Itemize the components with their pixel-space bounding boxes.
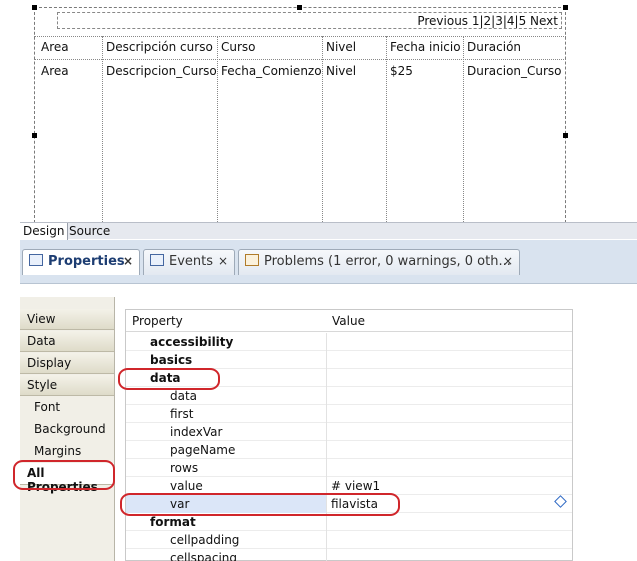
column-header-fecha-inicio[interactable]: Fecha inicio [390, 40, 461, 54]
tab-problems-label: Problems (1 error, 0 warnings, 0 oth... [264, 254, 511, 269]
property-name: cellpadding [170, 533, 240, 547]
property-value[interactable] [326, 423, 572, 441]
column-header-value[interactable]: Value [332, 314, 365, 328]
property-value[interactable] [326, 459, 572, 477]
properties-icon [29, 254, 43, 266]
property-name: pageName [170, 443, 236, 457]
column-divider [102, 36, 103, 222]
property-value[interactable] [326, 387, 572, 405]
annotation-oval-all-properties [13, 460, 115, 490]
resize-handle-top-middle[interactable] [297, 5, 302, 10]
property-row-cellspacing[interactable]: cellspacing [126, 549, 572, 561]
column-header-nivel[interactable]: Nivel [326, 40, 356, 54]
property-row-indexvar[interactable]: indexVar [126, 423, 572, 441]
annotation-oval-data [118, 368, 220, 390]
tab-events[interactable]: Events × [143, 249, 235, 275]
resize-handle-top-left[interactable] [32, 5, 37, 10]
paginator-text[interactable]: Previous 1|2|3|4|5 Next [417, 14, 558, 28]
cell-area[interactable]: Area [41, 64, 69, 78]
design-canvas[interactable]: Previous 1|2|3|4|5 Next Area Descripción… [0, 0, 637, 223]
property-value[interactable] [326, 531, 572, 549]
category-data[interactable]: Data [20, 331, 114, 352]
close-icon[interactable]: × [503, 254, 513, 268]
cell-descripcion-curso[interactable]: Descripcion_Curso [106, 64, 217, 78]
property-name: rows [170, 461, 199, 475]
property-table: Property Value accessibility basics data… [125, 309, 573, 561]
resize-handle-top-right[interactable] [563, 5, 568, 10]
events-icon [150, 254, 164, 266]
tab-source[interactable]: Source [66, 223, 113, 240]
cell-nivel[interactable]: Nivel [326, 64, 356, 78]
column-divider [463, 36, 464, 222]
property-value[interactable] [326, 405, 572, 423]
resize-handle-middle-right[interactable] [563, 133, 568, 138]
property-group-accessibility[interactable]: accessibility [126, 333, 572, 351]
paginator-box[interactable]: Previous 1|2|3|4|5 Next [57, 12, 562, 29]
property-name: accessibility [150, 335, 234, 349]
property-table-area: Property Value accessibility basics data… [115, 297, 637, 561]
editor-tab-bar: Design Source [20, 222, 637, 240]
property-name: cellspacing [170, 551, 238, 561]
property-name: basics [150, 353, 193, 367]
tab-events-label: Events [169, 254, 214, 269]
views-tab-bar: Properties × Events × Problems (1 error,… [20, 240, 637, 284]
views-tab-strip: Properties × Events × Problems (1 error,… [20, 246, 637, 275]
column-divider [322, 36, 323, 222]
category-background[interactable]: Background [20, 419, 114, 440]
property-row-first[interactable]: first [126, 405, 572, 423]
property-name: first [170, 407, 194, 421]
category-display[interactable]: Display [20, 353, 114, 374]
property-name: indexVar [170, 425, 223, 439]
property-row-cellpadding[interactable]: cellpadding [126, 531, 572, 549]
property-value[interactable] [326, 351, 572, 369]
category-list: View Data Display Style Font Background … [20, 297, 115, 561]
tab-properties-label: Properties [48, 254, 125, 269]
resize-handle-middle-left[interactable] [32, 133, 37, 138]
property-row-pagename[interactable]: pageName [126, 441, 572, 459]
properties-toolbar [20, 285, 637, 297]
category-font[interactable]: Font [20, 397, 114, 418]
column-header-duracion[interactable]: Duración [467, 40, 521, 54]
property-table-header: Property Value [126, 310, 572, 332]
tab-problems[interactable]: Problems (1 error, 0 warnings, 0 oth... … [238, 249, 520, 275]
column-header-property[interactable]: Property [132, 314, 183, 328]
property-row-rows[interactable]: rows [126, 459, 572, 477]
property-value[interactable] [326, 369, 572, 387]
annotation-oval-var [120, 493, 400, 516]
header-row-bottom-line [34, 59, 566, 60]
property-value[interactable] [326, 549, 572, 561]
column-divider [217, 36, 218, 222]
problems-icon [245, 254, 259, 266]
header-row-top-line [34, 36, 566, 37]
category-view[interactable]: View [20, 309, 114, 330]
column-header-area[interactable]: Area [41, 40, 69, 54]
property-group-basics[interactable]: basics [126, 351, 572, 369]
cell-price[interactable]: $25 [390, 64, 413, 78]
column-header-descripcion[interactable]: Descripción curso [106, 40, 213, 54]
property-value[interactable] [326, 333, 572, 351]
close-icon[interactable]: × [218, 254, 228, 268]
property-value[interactable] [326, 441, 572, 459]
category-style[interactable]: Style [20, 375, 114, 396]
cell-fecha-comienzo[interactable]: Fecha_Comienzo [221, 64, 322, 78]
category-margins[interactable]: Margins [20, 441, 114, 462]
cell-duracion-curso[interactable]: Duracion_Curso [467, 64, 562, 78]
column-header-curso[interactable]: Curso [221, 40, 256, 54]
tab-design[interactable]: Design [20, 223, 69, 240]
properties-view: View Data Display Style Font Background … [20, 285, 637, 561]
tab-properties[interactable]: Properties × [22, 249, 140, 275]
column-divider [386, 36, 387, 222]
close-icon[interactable]: × [123, 254, 133, 268]
